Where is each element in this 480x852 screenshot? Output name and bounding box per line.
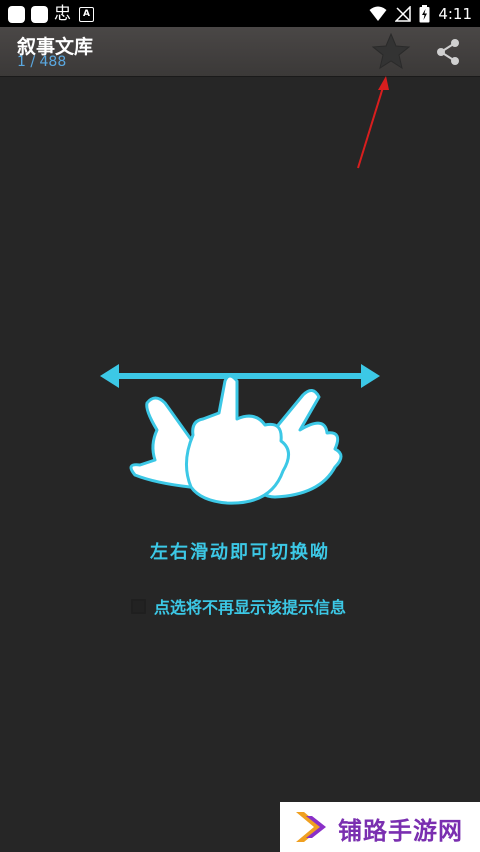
status-time: 4:11 [438, 5, 472, 23]
notification-app-icon [8, 5, 25, 23]
dont-show-again-option[interactable]: 点选将不再显示该提示信息 [131, 594, 346, 618]
share-button[interactable] [432, 36, 464, 68]
hand-icon [129, 374, 343, 505]
page-counter: 1 / 488 [17, 54, 67, 70]
status-bar: 忠 A 4:11 [0, 0, 480, 27]
status-notifications: 忠 A [8, 4, 94, 24]
dont-show-again-label[interactable]: 点选将不再显示该提示信息 [154, 594, 346, 618]
swipe-hint-text: 左右滑动即可切换呦 [150, 542, 330, 563]
app-bar: 叙事文库 1 / 488 [0, 27, 480, 77]
watermark: 铺路手游网 [280, 802, 480, 852]
screen: 忠 A 4:11 叙事文库 1 / 488 左右滑动即可切换呦 点选将不再显示该… [0, 0, 480, 852]
notification-a-icon: A [79, 6, 94, 22]
status-system: 4:11 [369, 3, 472, 25]
watermark-text: 铺路手游网 [338, 817, 463, 845]
wifi-icon [369, 6, 387, 21]
dont-show-again-checkbox[interactable] [131, 598, 146, 614]
share-icon [437, 39, 459, 65]
double-arrow-icon [100, 364, 380, 388]
star-icon [371, 32, 411, 70]
favorite-button[interactable] [371, 31, 411, 71]
battery-charging-icon [419, 5, 430, 23]
notification-app-icon [31, 5, 48, 23]
annotation-arrow [357, 76, 389, 169]
watermark-logo-icon [296, 812, 326, 842]
swipe-gesture-illustration [100, 364, 380, 505]
notification-glyph-icon: 忠 [54, 4, 71, 24]
no-signal-icon [395, 6, 412, 22]
